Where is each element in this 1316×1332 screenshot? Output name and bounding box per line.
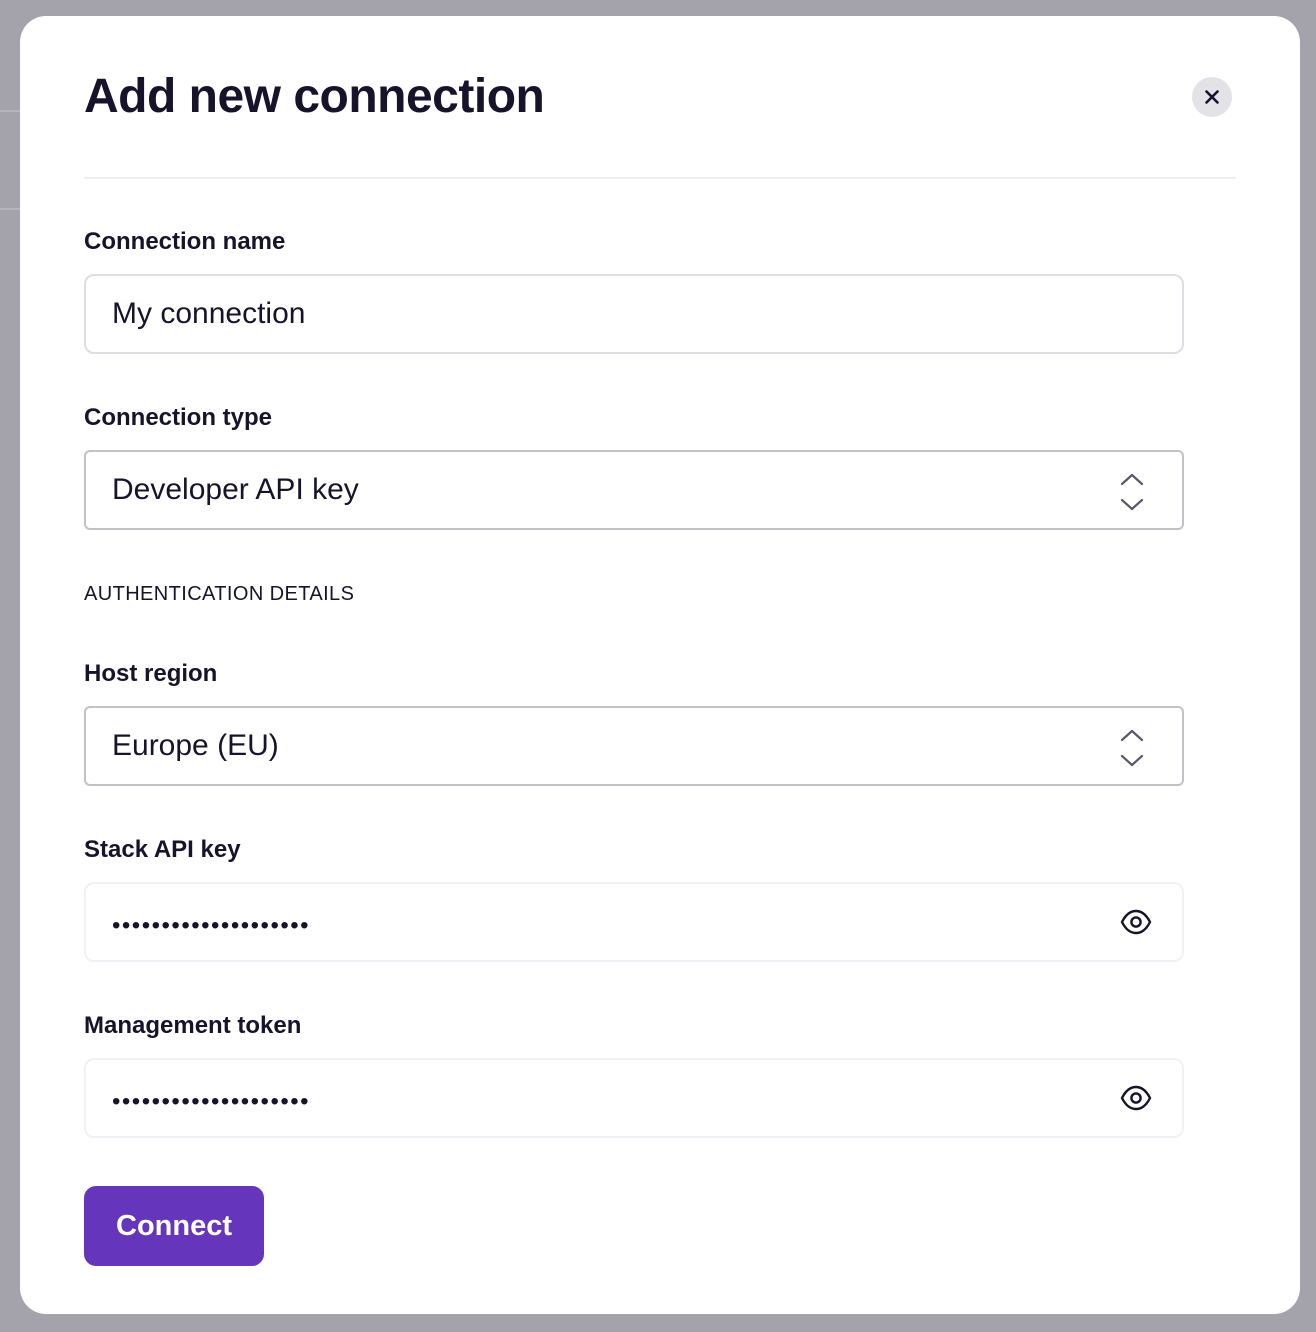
host-region-label: Host region bbox=[84, 660, 218, 687]
close-button[interactable] bbox=[1192, 77, 1232, 117]
add-connection-modal: Add new connection Connection name My co… bbox=[20, 16, 1300, 1314]
management-token-label: Management token bbox=[84, 1012, 302, 1039]
stack-api-key-label: Stack API key bbox=[84, 836, 241, 863]
host-region-select[interactable]: Europe (EU) bbox=[84, 706, 1184, 786]
chevron-up-down-icon bbox=[1120, 729, 1144, 767]
connect-button[interactable]: Connect bbox=[84, 1186, 264, 1266]
connection-name-input[interactable]: My connection bbox=[84, 274, 1184, 354]
connection-type-label: Connection type bbox=[84, 404, 273, 431]
connection-name-label: Connection name bbox=[84, 228, 286, 255]
stack-api-key-masked-value: •••••••••••••••••••• bbox=[112, 912, 311, 939]
modal-header: Add new connection bbox=[84, 16, 1236, 179]
modal-title: Add new connection bbox=[84, 70, 545, 123]
eye-icon[interactable] bbox=[1120, 908, 1152, 936]
stack-api-key-input[interactable]: •••••••••••••••••••• bbox=[84, 882, 1184, 962]
connection-type-value: Developer API key bbox=[112, 473, 359, 506]
connection-type-select[interactable]: Developer API key bbox=[84, 450, 1184, 530]
connection-name-value: My connection bbox=[112, 297, 306, 330]
authentication-details-heading: AUTHENTICATION DETAILS bbox=[84, 583, 355, 605]
management-token-input[interactable]: •••••••••••••••••••• bbox=[84, 1058, 1184, 1138]
eye-icon[interactable] bbox=[1120, 1084, 1152, 1112]
host-region-value: Europe (EU) bbox=[112, 729, 279, 762]
backdrop-divider bbox=[0, 110, 20, 112]
close-icon bbox=[1205, 90, 1219, 104]
management-token-masked-value: •••••••••••••••••••• bbox=[112, 1088, 311, 1115]
chevron-up-down-icon bbox=[1120, 473, 1144, 511]
backdrop-divider bbox=[0, 208, 20, 210]
